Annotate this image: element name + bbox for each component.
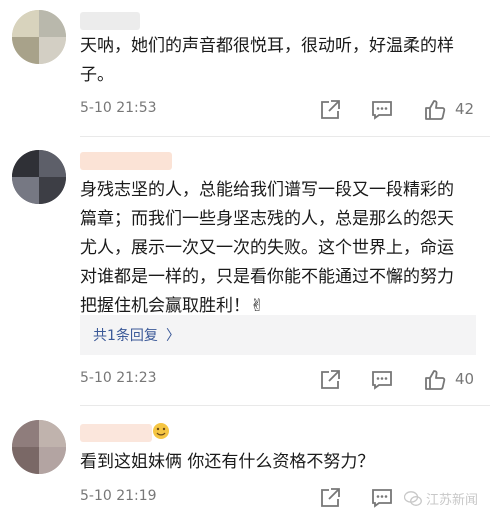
share-icon[interactable] [318,98,342,122]
divider [80,405,490,406]
like-icon[interactable] [423,98,447,122]
share-icon[interactable] [318,486,342,510]
avatar[interactable] [12,150,66,204]
avatar[interactable] [12,420,66,474]
wechat-icon [403,491,422,511]
username-blurred[interactable] [80,12,140,30]
emoji-icon [152,422,170,440]
like-icon[interactable] [423,368,447,392]
username-blurred[interactable] [80,424,152,442]
like-count: 40 [455,370,475,388]
comment-text: 身残志坚的人，总能给我们谱写一段又一段精彩的篇章；而我们一些身坚志残的人，总是那… [80,180,454,316]
comment-time: 5-10 21:53 [80,100,157,116]
reply-count-label: 共1条回复 [93,328,158,344]
comment-time: 5-10 21:19 [80,488,157,504]
like-count: 42 [455,100,475,118]
comment-text: 看到这姐妹俩 你还有什么资格不努力？ [80,452,375,472]
avatar[interactable] [12,10,66,64]
comment-time: 5-10 21:23 [80,370,157,386]
comment-footer: 5-10 21:23 40 [80,368,478,392]
comment-icon[interactable] [370,486,394,510]
comment-icon[interactable] [370,368,394,392]
divider [80,136,490,137]
username-blurred[interactable] [80,152,172,170]
share-icon[interactable] [318,368,342,392]
comment-icon[interactable] [370,98,394,122]
chevron-right-icon: 〉 [166,328,180,344]
reply-thread-button[interactable]: 共1条回复 〉 [80,315,476,355]
comment-text: 天呐，她们的声音都很悦耳，很动听，好温柔的样子。 [80,36,454,85]
watermark-text: 江苏新闻 [425,493,478,508]
comment-footer: 5-10 21:53 42 [80,98,478,122]
